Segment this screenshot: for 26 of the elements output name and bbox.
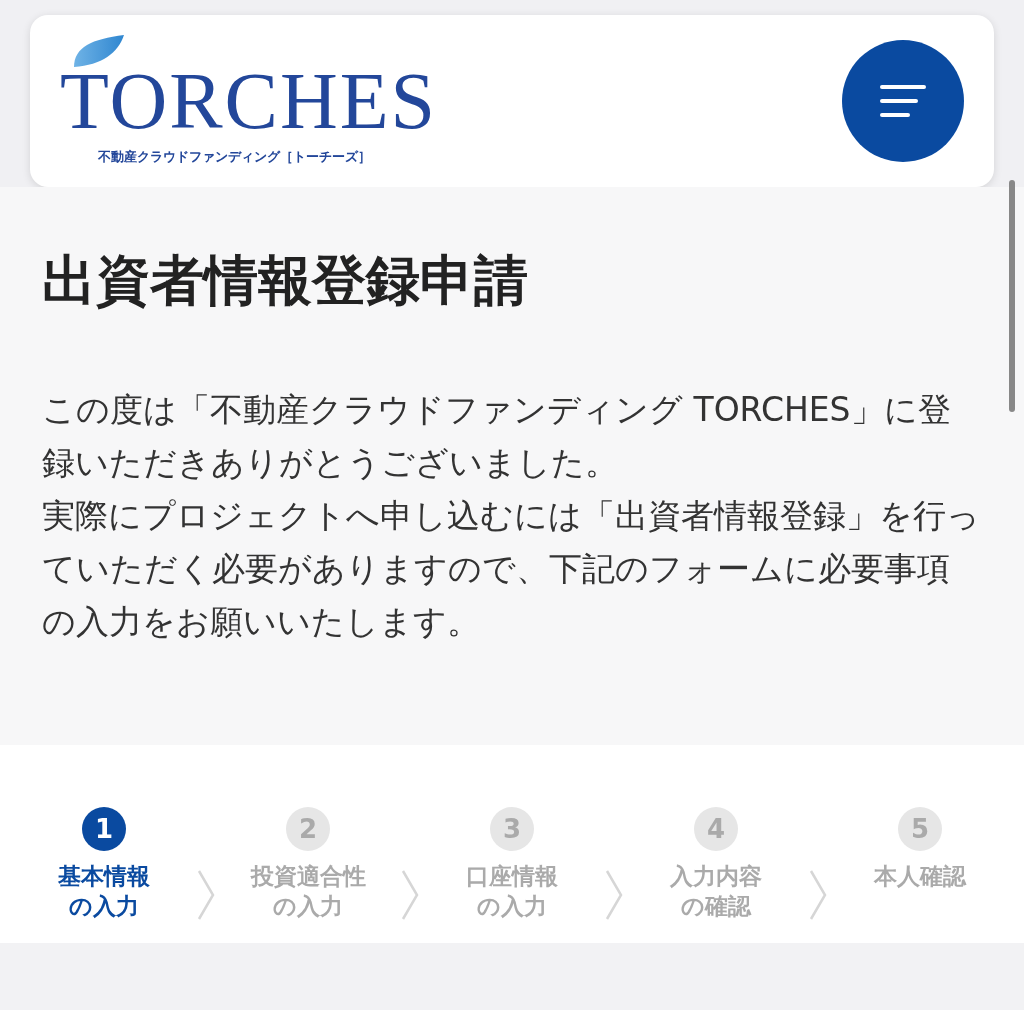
chevron-icon [808, 869, 828, 921]
step-label: の確認 [681, 892, 751, 921]
step-label: 口座情報 [466, 862, 558, 891]
intro-paragraph: この度は「不動産クラウドファンディング TORCHES」に登録いただきありがとうございました。 [42, 389, 952, 484]
step-label: の入力 [273, 892, 343, 921]
scrollbar[interactable] [1009, 180, 1015, 412]
chevron-icon [400, 869, 420, 921]
logo-text: TORCHES [60, 61, 438, 142]
step-number: 1 [82, 807, 126, 851]
step-label: 本人確認 [874, 862, 966, 891]
step-label: 基本情報 [58, 862, 150, 891]
step-label: 投資適合性 [250, 862, 366, 891]
leaf-icon [72, 35, 126, 68]
logo-subtitle: 不動産クラウドファンディング［トーチーズ］ [98, 148, 371, 167]
step-number: 2 [286, 807, 330, 851]
chevron-icon [196, 869, 216, 921]
menu-icon [880, 85, 926, 117]
step-number: 5 [898, 807, 942, 851]
intro-paragraph: 実際にプロジェクトへ申し込むには「出資者情報登録」を行っていただく必要がありますので、下記のフォームに必要事項の入力をお願いいたします。 [42, 495, 981, 643]
step-label: の入力 [69, 892, 139, 921]
step-label: の入力 [477, 892, 547, 921]
step-label: 入力内容 [670, 862, 762, 891]
page-title: 出資者情報登録申請 [42, 249, 529, 313]
step-number: 3 [490, 807, 534, 851]
chevron-icon [604, 869, 624, 921]
step-number: 4 [694, 807, 738, 851]
